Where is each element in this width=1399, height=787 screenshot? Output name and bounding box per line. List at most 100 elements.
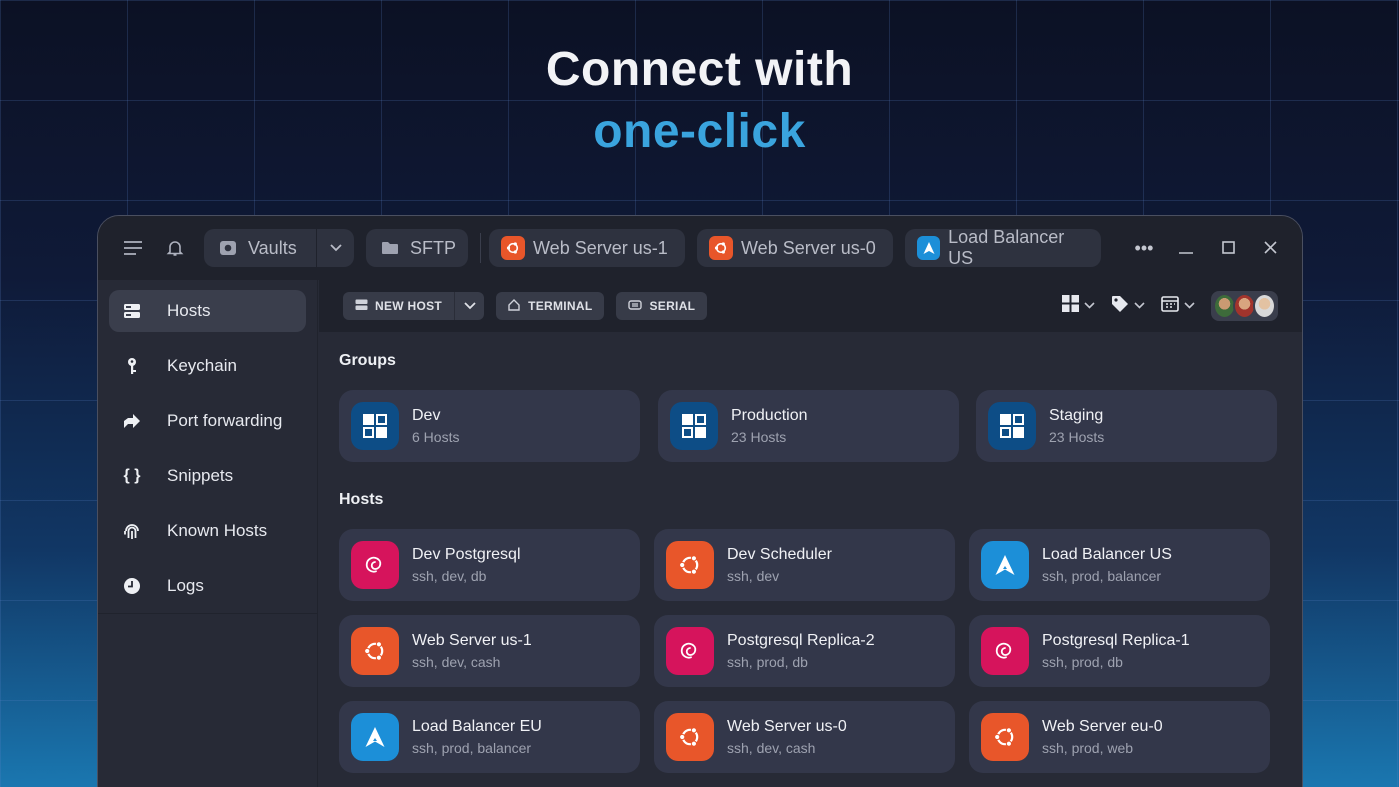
arrow-forward-icon: [121, 410, 143, 432]
window-controls: •••: [1134, 216, 1280, 280]
main-content: NEW HOST TERMINAL SERIAL Groups Dev 6 Ho…: [319, 280, 1302, 787]
server-icon: [121, 300, 143, 322]
sidebar: Hosts Keychain Port forwarding { } Snipp…: [98, 280, 318, 787]
host-card[interactable]: Web Server us-0 ssh, dev, cash: [654, 701, 955, 773]
host-card[interactable]: Load Balancer US ssh, prod, balancer: [969, 529, 1270, 601]
sidebar-item-label: Hosts: [167, 301, 211, 320]
minimize-icon[interactable]: [1176, 238, 1196, 259]
vaults-selector[interactable]: Vaults: [204, 229, 354, 267]
folder-icon: [378, 236, 402, 260]
group-name: Dev: [412, 407, 441, 424]
more-icon[interactable]: •••: [1134, 238, 1154, 259]
sort-menu[interactable]: [1161, 295, 1195, 317]
host-tags: ssh, dev, db: [412, 568, 487, 584]
ubuntu-icon: [981, 713, 1029, 761]
vault-icon: [216, 236, 240, 260]
sidebar-item-snippets[interactable]: { } Snippets: [109, 455, 306, 497]
host-tags: ssh, prod, balancer: [1042, 568, 1162, 584]
sidebar-item-label: Port forwarding: [167, 411, 283, 430]
sidebar-item-keychain[interactable]: Keychain: [109, 345, 306, 387]
clock-icon: [121, 575, 143, 597]
fingerprint-icon: [121, 520, 143, 542]
terminal-icon: [508, 298, 521, 314]
terminal-button[interactable]: TERMINAL: [496, 292, 605, 320]
serial-button[interactable]: SERIAL: [616, 292, 708, 320]
host-card[interactable]: Web Server us-1 ssh, dev, cash: [339, 615, 640, 687]
host-tags: ssh, prod, db: [1042, 654, 1123, 670]
arch-icon: [351, 713, 399, 761]
maximize-icon[interactable]: [1218, 238, 1238, 259]
sidebar-item-label: Logs: [167, 576, 204, 595]
sidebar-item-label: Keychain: [167, 356, 237, 375]
tab-label: Web Server us-0: [741, 237, 876, 258]
grid-view-toggle[interactable]: [1062, 295, 1095, 317]
host-card[interactable]: Dev Postgresql ssh, dev, db: [339, 529, 640, 601]
chevron-down-icon: [1184, 300, 1195, 312]
vaults-label: Vaults: [248, 237, 297, 258]
hosts-heading: Hosts: [339, 491, 384, 508]
host-tags: ssh, dev: [727, 568, 780, 584]
group-card-production[interactable]: Production 23 Hosts: [658, 390, 959, 462]
close-icon[interactable]: [1260, 238, 1280, 259]
tab-label: Load Balancer US: [948, 227, 1065, 268]
tab-load-balancer-us[interactable]: Load Balancer US: [905, 227, 1102, 268]
host-name: Web Server us-0: [727, 718, 847, 735]
sidebar-item-logs[interactable]: Logs: [109, 565, 306, 607]
host-name: Web Server us-1: [412, 632, 532, 649]
server-icon: [355, 299, 368, 314]
group-count: 23 Hosts: [1049, 429, 1105, 445]
host-name: Dev Postgresql: [412, 546, 521, 563]
menu-icon[interactable]: [120, 235, 146, 261]
host-tags: ssh, prod, balancer: [412, 740, 532, 756]
calendar-icon: [1161, 295, 1179, 317]
collaborators[interactable]: [1211, 291, 1278, 321]
ubuntu-icon: [666, 541, 714, 589]
host-tags: ssh, dev, cash: [727, 740, 816, 756]
tab-web-server-us-1[interactable]: Web Server us-1: [489, 229, 686, 267]
title-bar: Vaults SFTP Web Server us-1 Web Server u…: [98, 216, 1302, 280]
serial-port-icon: [628, 299, 643, 314]
host-name: Load Balancer US: [1042, 546, 1172, 563]
host-card[interactable]: Postgresql Replica-1 ssh, prod, db: [969, 615, 1270, 687]
sidebar-item-label: Known Hosts: [167, 521, 268, 540]
sidebar-item-known-hosts[interactable]: Known Hosts: [109, 510, 306, 552]
toolbar: NEW HOST TERMINAL SERIAL: [319, 280, 1302, 332]
tab-label: SFTP: [410, 237, 457, 258]
host-tags: ssh, prod, db: [727, 654, 808, 670]
host-tags: ssh, prod, web: [1042, 740, 1134, 756]
hero-title: Connect with: [545, 43, 854, 96]
chevron-down-icon[interactable]: [316, 229, 354, 267]
hero-subtitle: one-click: [593, 105, 806, 158]
host-card[interactable]: Load Balancer EU ssh, prod, balancer: [339, 701, 640, 773]
chevron-down-icon[interactable]: [454, 292, 485, 320]
group-count: 6 Hosts: [412, 429, 460, 445]
host-card[interactable]: Dev Scheduler ssh, dev: [654, 529, 955, 601]
host-name: Web Server eu-0: [1042, 718, 1163, 735]
serial-label: SERIAL: [649, 299, 696, 313]
debian-icon: [981, 627, 1029, 675]
group-icon: [670, 402, 718, 450]
tab-sftp[interactable]: SFTP: [366, 229, 469, 267]
groups-heading: Groups: [339, 352, 396, 369]
sidebar-item-port-forwarding[interactable]: Port forwarding: [109, 400, 306, 442]
host-name: Postgresql Replica-2: [727, 632, 875, 649]
group-icon: [351, 402, 399, 450]
group-card-staging[interactable]: Staging 23 Hosts: [976, 390, 1277, 462]
tab-label: Web Server us-1: [533, 237, 668, 258]
tag-filter[interactable]: [1111, 295, 1145, 318]
host-name: Dev Scheduler: [727, 546, 832, 563]
host-card[interactable]: Postgresql Replica-2 ssh, prod, db: [654, 615, 955, 687]
tab-web-server-us-0[interactable]: Web Server us-0: [697, 229, 894, 267]
group-count: 23 Hosts: [731, 429, 787, 445]
avatar: [1253, 293, 1276, 319]
new-host-button[interactable]: NEW HOST: [343, 292, 455, 320]
group-card-dev[interactable]: Dev 6 Hosts: [339, 390, 640, 462]
bell-icon[interactable]: [162, 235, 188, 261]
host-name: Postgresql Replica-1: [1042, 632, 1190, 649]
sidebar-item-hosts[interactable]: Hosts: [109, 290, 306, 332]
app-window: Vaults SFTP Web Server us-1 Web Server u…: [97, 215, 1303, 787]
tag-icon: [1111, 295, 1129, 318]
debian-icon: [666, 627, 714, 675]
host-card[interactable]: Web Server eu-0 ssh, prod, web: [969, 701, 1270, 773]
new-host-label: NEW HOST: [375, 299, 443, 313]
